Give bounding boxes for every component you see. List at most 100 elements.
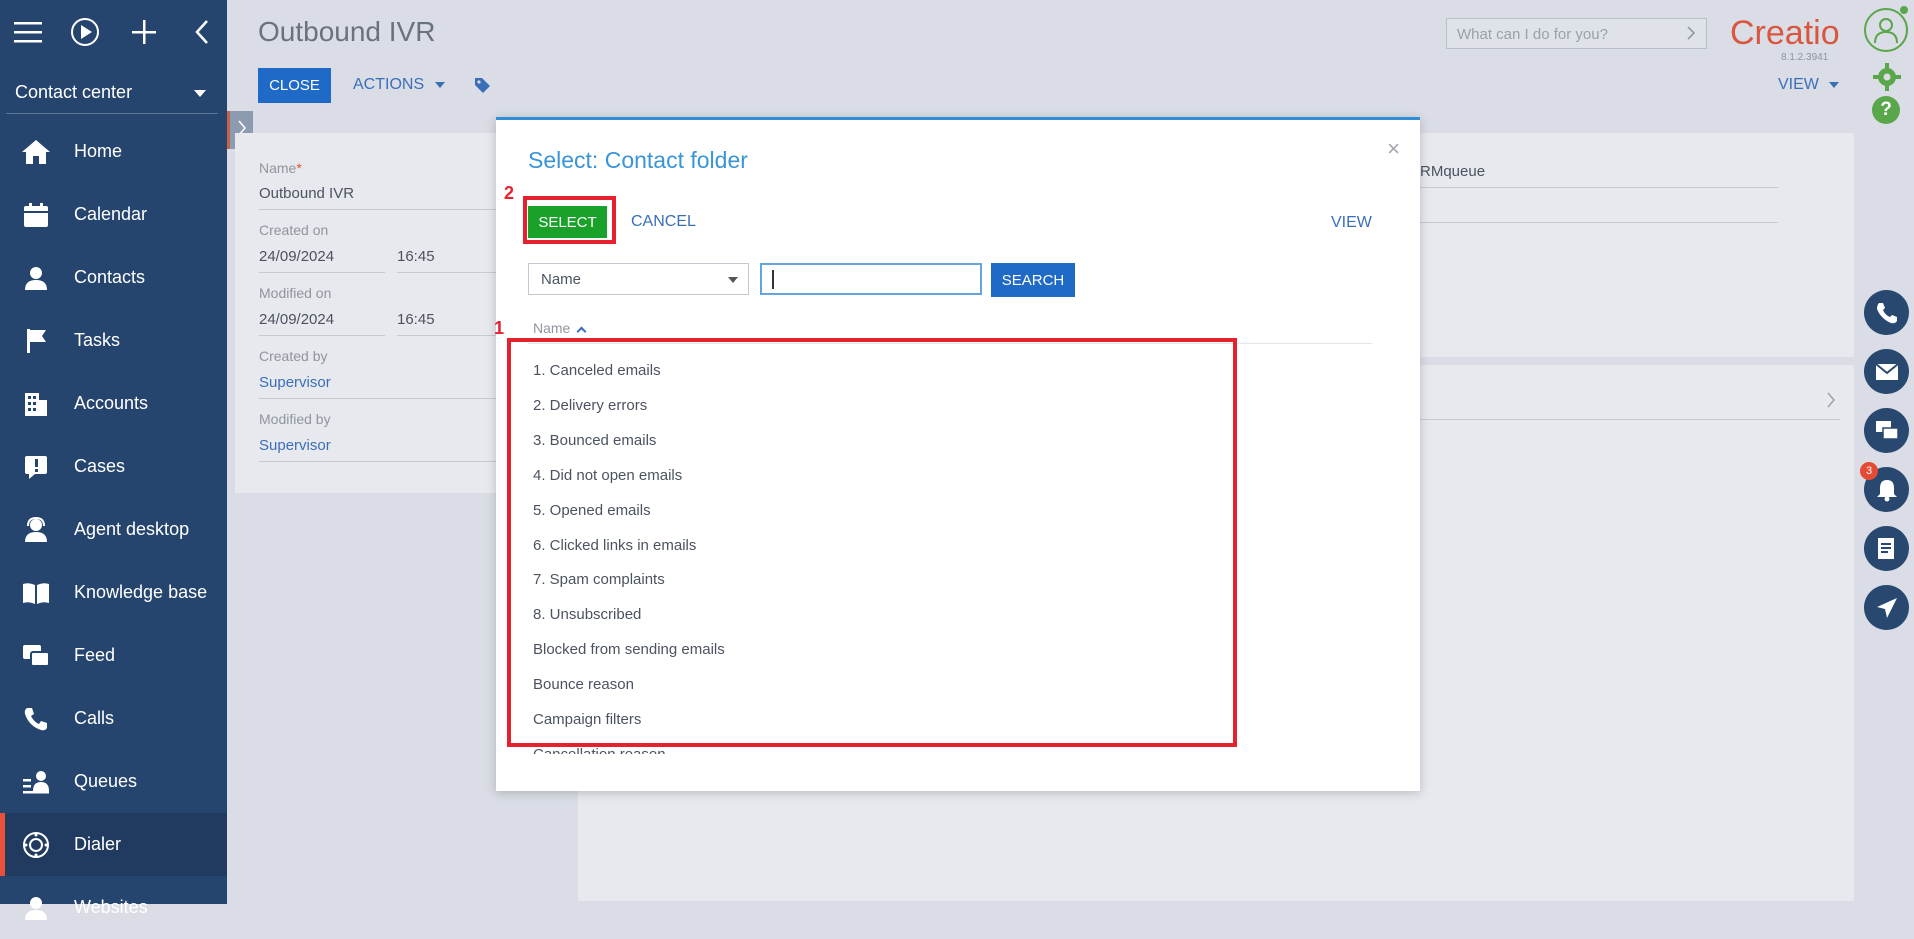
- actions-label: ACTIONS: [353, 76, 425, 93]
- sidebar-item-label: Websites: [74, 897, 148, 917]
- phone-icon: [21, 704, 51, 734]
- caret-down-icon: [1829, 81, 1840, 88]
- view-button[interactable]: VIEW: [1778, 76, 1840, 94]
- help-icon[interactable]: ?: [1872, 96, 1900, 124]
- sidebar-item-label: Cases: [74, 456, 126, 476]
- bell-icon: [1876, 479, 1897, 501]
- divider: [1420, 187, 1778, 188]
- phone-button[interactable]: [1864, 290, 1909, 335]
- divider: [259, 461, 505, 462]
- workspace-label: Contact center: [15, 82, 133, 102]
- divider: [259, 398, 505, 399]
- modified-on-label: Modified on: [259, 285, 332, 301]
- profile-avatar[interactable]: [1864, 8, 1908, 52]
- sidebar-item-calls[interactable]: Calls: [0, 687, 227, 750]
- workspace-selector[interactable]: Contact center: [6, 72, 218, 114]
- tag-icon[interactable]: [473, 76, 491, 99]
- select-button-highlight: [523, 196, 616, 244]
- text-cursor: [772, 270, 774, 289]
- created-by-label: Created by: [259, 348, 328, 364]
- building-icon: [21, 389, 51, 419]
- sidebar-item-label: Dialer: [74, 834, 122, 854]
- divider: [1420, 419, 1840, 420]
- sidebar-item-label: Home: [74, 141, 123, 161]
- created-on-date: 24/09/2024: [259, 248, 335, 265]
- gear-icon[interactable]: [1872, 62, 1902, 97]
- case-icon: [21, 452, 51, 482]
- sidebar-item-label: Tasks: [74, 330, 121, 350]
- chevron-right-icon: [1686, 24, 1696, 46]
- close-button[interactable]: CLOSE: [258, 68, 331, 103]
- home-icon: [21, 137, 51, 167]
- command-search-input[interactable]: What can I do for you?: [1446, 18, 1707, 49]
- sidebar-item-label: Agent desktop: [74, 519, 190, 539]
- name-column-header[interactable]: Name: [533, 320, 587, 337]
- menu-icon[interactable]: [10, 14, 46, 50]
- sidebar-item-contacts[interactable]: Contacts: [0, 246, 227, 309]
- dialer-icon: [21, 830, 51, 860]
- agent-icon: [21, 515, 51, 545]
- list-item[interactable]: Cancellation reason: [533, 746, 666, 754]
- sidebar-item-label: Calls: [74, 708, 115, 728]
- chevron-right-icon[interactable]: [1826, 391, 1836, 414]
- filter-field-value: Name: [541, 271, 582, 288]
- record-fields-card: Name* Outbound IVR Created on 24/09/2024…: [235, 133, 505, 493]
- name-value[interactable]: Outbound IVR: [259, 185, 354, 202]
- divider: [259, 335, 385, 336]
- close-icon[interactable]: ×: [1387, 136, 1400, 162]
- flag-icon: [21, 326, 51, 356]
- divider: [259, 209, 505, 210]
- modified-on-time: 16:45: [397, 311, 435, 328]
- sidebar-item-knowledge-base[interactable]: Knowledge base: [0, 561, 227, 624]
- modified-by-label: Modified by: [259, 411, 331, 427]
- sidebar-item-feed[interactable]: Feed: [0, 624, 227, 687]
- creatio-logo: Creatio: [1730, 14, 1840, 52]
- chat-button[interactable]: [1864, 408, 1909, 453]
- send-button[interactable]: [1864, 585, 1909, 630]
- document-icon: [1877, 537, 1894, 559]
- version-label: 8.1.2.3941: [1781, 52, 1829, 63]
- sidebar-item-cases[interactable]: Cases: [0, 435, 227, 498]
- name-label: Name*: [259, 160, 302, 176]
- sidebar-item-label: Accounts: [74, 393, 149, 413]
- sidebar-item-home[interactable]: Home: [0, 120, 227, 183]
- filter-field-select[interactable]: Name: [528, 263, 749, 295]
- sidebar-item-websites[interactable]: Websites: [0, 876, 227, 939]
- modified-by-link[interactable]: Supervisor: [259, 437, 331, 454]
- chevron-left-icon[interactable]: [184, 14, 220, 50]
- annotation-number: 1: [494, 318, 505, 338]
- sidebar-item-queues[interactable]: Queues: [0, 750, 227, 813]
- created-on-time: 16:45: [397, 248, 435, 265]
- folder-list-highlight: [507, 338, 1237, 747]
- phone-icon: [1876, 302, 1897, 323]
- sort-ascending-icon: [576, 326, 587, 337]
- queue-value[interactable]: RMqueue: [1420, 163, 1485, 180]
- filter-search-input[interactable]: [760, 263, 982, 295]
- book-icon: [21, 578, 51, 608]
- actions-button[interactable]: ACTIONS: [353, 76, 445, 94]
- dialog-view-button[interactable]: VIEW: [1331, 214, 1372, 232]
- document-button[interactable]: [1864, 526, 1909, 571]
- feed-icon: [21, 641, 51, 671]
- online-status-dot: [1900, 6, 1908, 14]
- divider: [1420, 222, 1778, 223]
- created-by-link[interactable]: Supervisor: [259, 374, 331, 391]
- search-button[interactable]: SEARCH: [991, 263, 1075, 297]
- email-icon: [1874, 362, 1899, 380]
- cancel-button[interactable]: CANCEL: [631, 213, 696, 231]
- sidebar-item-accounts[interactable]: Accounts: [0, 372, 227, 435]
- sidebar-item-calendar[interactable]: Calendar: [0, 183, 227, 246]
- person-icon: [21, 263, 51, 293]
- queue-icon: [21, 767, 51, 797]
- send-icon: [1876, 597, 1897, 618]
- email-button[interactable]: [1864, 349, 1909, 394]
- person-icon: [21, 893, 51, 923]
- play-icon[interactable]: [67, 14, 103, 50]
- sidebar-item-tasks[interactable]: Tasks: [0, 309, 227, 372]
- divider: [259, 272, 385, 273]
- sidebar: Contact center Home Calendar Contacts Ta…: [0, 0, 227, 920]
- sidebar-item-agent-desktop[interactable]: Agent desktop: [0, 498, 227, 561]
- add-icon[interactable]: [126, 14, 162, 50]
- sidebar-item-dialer[interactable]: Dialer: [0, 813, 227, 876]
- view-label: VIEW: [1778, 76, 1819, 93]
